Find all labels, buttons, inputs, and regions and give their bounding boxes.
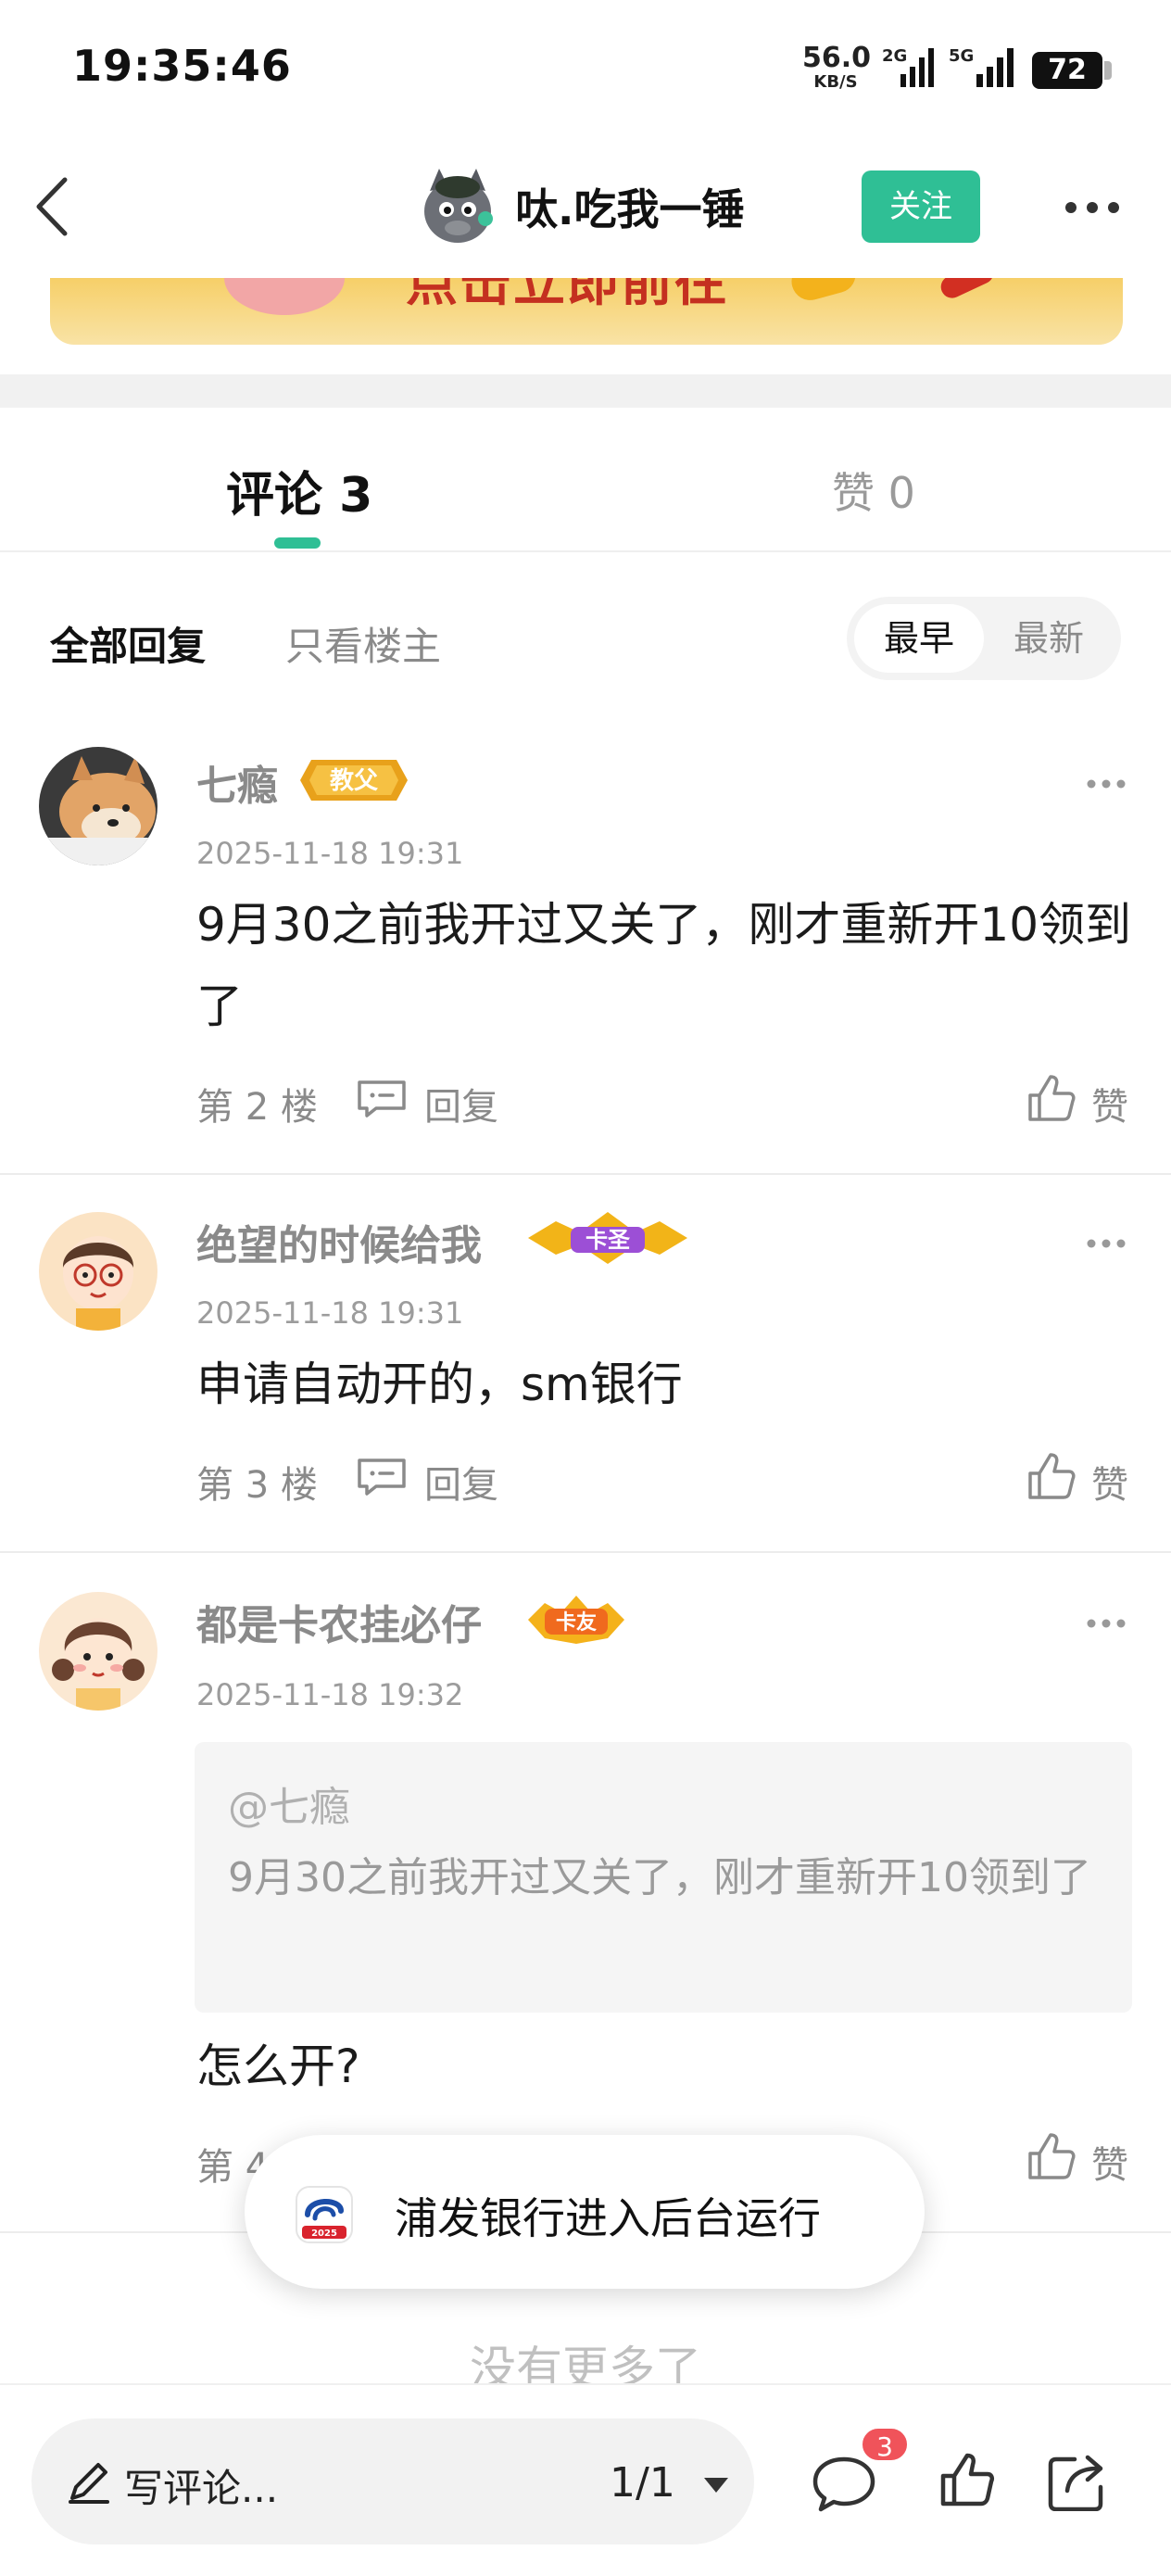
section-divider bbox=[0, 374, 1171, 408]
write-comment-input[interactable]: 写评论... 1/1 bbox=[31, 2418, 754, 2544]
comment-text: 9月30之前我开过又关了，刚才重新开10领到了 bbox=[196, 898, 1132, 1033]
comment-time: 2025-11-18 19:31 bbox=[196, 836, 464, 871]
spd-bank-app-icon: 2025 bbox=[296, 2186, 353, 2243]
page-indicator[interactable]: 1/1 bbox=[610, 2459, 675, 2507]
quoted-comment[interactable]: @七瘾 9月30之前我开过又关了，刚才重新开10领到了 bbox=[195, 1742, 1132, 2013]
tab-likes[interactable]: 赞 0 bbox=[832, 460, 915, 521]
comment-author[interactable]: 都是卡农挂必仔 bbox=[196, 1592, 482, 1651]
status-time: 19:35:46 bbox=[72, 41, 292, 91]
rank-badge-icon: 教父 bbox=[300, 760, 408, 801]
thumbs-up-icon[interactable] bbox=[1026, 2131, 1077, 2181]
tab-comments[interactable]: 评论 3 bbox=[226, 456, 372, 525]
banner-decoration bbox=[787, 278, 860, 305]
back-arrow-icon[interactable] bbox=[31, 174, 78, 239]
like-button[interactable]: 赞 bbox=[1091, 2135, 1128, 2189]
thumbs-up-icon[interactable] bbox=[1026, 1073, 1077, 1123]
banner-text: 点击立即前往 bbox=[406, 278, 728, 313]
app-icon-caption: 2025 bbox=[311, 2229, 337, 2239]
author-avatar[interactable] bbox=[417, 163, 498, 248]
comment-author[interactable]: 七瘾 bbox=[196, 752, 278, 812]
badge-label: 卡圣 bbox=[586, 1227, 631, 1253]
signal-2-icon bbox=[976, 48, 1014, 87]
sort-earliest-option[interactable]: 最早 bbox=[854, 604, 984, 673]
comment-time: 2025-11-18 19:31 bbox=[196, 1295, 464, 1331]
comment-item: 七瘾 教父 2025-11-18 19:31 9月30之前我开过又关了，刚才重新… bbox=[0, 713, 1171, 1173]
thumbs-up-icon[interactable] bbox=[1026, 1451, 1077, 1501]
badge-label: 教父 bbox=[330, 767, 379, 795]
floor-number: 第 2 楼 bbox=[196, 1086, 318, 1129]
comment-item: 绝望的时候给我 卡圣 2025-11-18 19:31 申请自动开的，sm银行 … bbox=[0, 1175, 1171, 1551]
comment-author[interactable]: 绝望的时候给我 bbox=[196, 1212, 482, 1271]
system-toast: 2025 浦发银行进入后台运行 bbox=[245, 2135, 925, 2289]
comment-placeholder: 写评论... bbox=[124, 2466, 279, 2511]
floor-number: 第 3 楼 bbox=[196, 1464, 318, 1507]
filter-op-only[interactable]: 只看楼主 bbox=[285, 615, 441, 672]
follow-button[interactable]: 关注 bbox=[862, 170, 980, 243]
top-nav: 呔.吃我一锤 关注 bbox=[0, 139, 1171, 278]
quoted-text: 9月30之前我开过又关了，刚才重新开10领到了 bbox=[228, 1854, 1091, 1901]
badge-label: 卡友 bbox=[556, 1611, 597, 1635]
like-button[interactable]: 赞 bbox=[1091, 1455, 1128, 1509]
signal-1-icon bbox=[900, 48, 934, 87]
toast-message: 浦发银行进入后台运行 bbox=[395, 2193, 821, 2243]
network-speed-value: 56.0 bbox=[802, 42, 872, 74]
filter-all-replies[interactable]: 全部回复 bbox=[50, 615, 206, 672]
bottom-action-bar: 写评论... 1/1 3 bbox=[0, 2383, 1171, 2576]
sort-newest-option[interactable]: 最新 bbox=[984, 604, 1114, 673]
thumbs-up-icon[interactable] bbox=[939, 2452, 995, 2507]
reply-icon[interactable] bbox=[356, 1079, 408, 1119]
active-tab-indicator bbox=[274, 537, 321, 549]
reply-button[interactable]: 回复 bbox=[424, 1077, 498, 1130]
chevron-down-icon[interactable] bbox=[702, 2476, 730, 2494]
comment-more-icon[interactable] bbox=[1086, 1618, 1127, 1629]
share-icon[interactable] bbox=[1047, 2450, 1110, 2511]
user-avatar[interactable] bbox=[39, 747, 157, 865]
battery-icon: 72 bbox=[1032, 52, 1112, 89]
sort-toggle: 最早 最新 bbox=[847, 597, 1121, 680]
signal-2-label: 5G bbox=[949, 46, 975, 66]
comment-text: 怎么开? bbox=[196, 2039, 360, 2093]
comment-time: 2025-11-18 19:32 bbox=[196, 1677, 464, 1712]
more-options-icon[interactable] bbox=[1064, 200, 1121, 215]
comment-item: 都是卡农挂必仔 卡友 2025-11-18 19:32 @七瘾 9月30之前我开… bbox=[0, 1553, 1171, 2231]
comment-count-badge: 3 bbox=[860, 2426, 910, 2463]
comment-more-icon[interactable] bbox=[1086, 1238, 1127, 1249]
reply-button[interactable]: 回复 bbox=[424, 1455, 498, 1509]
comment-bubble-icon[interactable] bbox=[812, 2456, 876, 2513]
status-bar: 19:35:46 56.0 KB/S 2G 5G 72 bbox=[0, 0, 1171, 139]
comment-text: 申请自动开的，sm银行 bbox=[196, 1357, 683, 1411]
page-title: 呔.吃我一锤 bbox=[515, 184, 745, 234]
content-tabs: 评论 3 赞 0 bbox=[0, 408, 1171, 552]
network-speed-unit: KB/S bbox=[813, 72, 858, 92]
comment-more-icon[interactable] bbox=[1086, 778, 1127, 789]
user-avatar[interactable] bbox=[39, 1592, 157, 1711]
reply-icon[interactable] bbox=[356, 1457, 408, 1497]
promo-banner[interactable]: 点击立即前往 bbox=[50, 278, 1123, 345]
pen-icon bbox=[69, 2463, 109, 2504]
network-speed: 56.0 KB/S bbox=[802, 42, 872, 92]
banner-decoration bbox=[937, 278, 998, 302]
user-avatar[interactable] bbox=[39, 1212, 157, 1331]
quoted-author: @七瘾 bbox=[228, 1784, 350, 1831]
like-button[interactable]: 赞 bbox=[1091, 1077, 1128, 1130]
rank-badge-icon: 卡圣 bbox=[528, 1212, 687, 1264]
filter-row: 全部回复 只看楼主 最早 最新 bbox=[0, 556, 1171, 713]
rank-badge-icon: 卡友 bbox=[528, 1596, 624, 1644]
banner-decoration bbox=[224, 278, 345, 315]
